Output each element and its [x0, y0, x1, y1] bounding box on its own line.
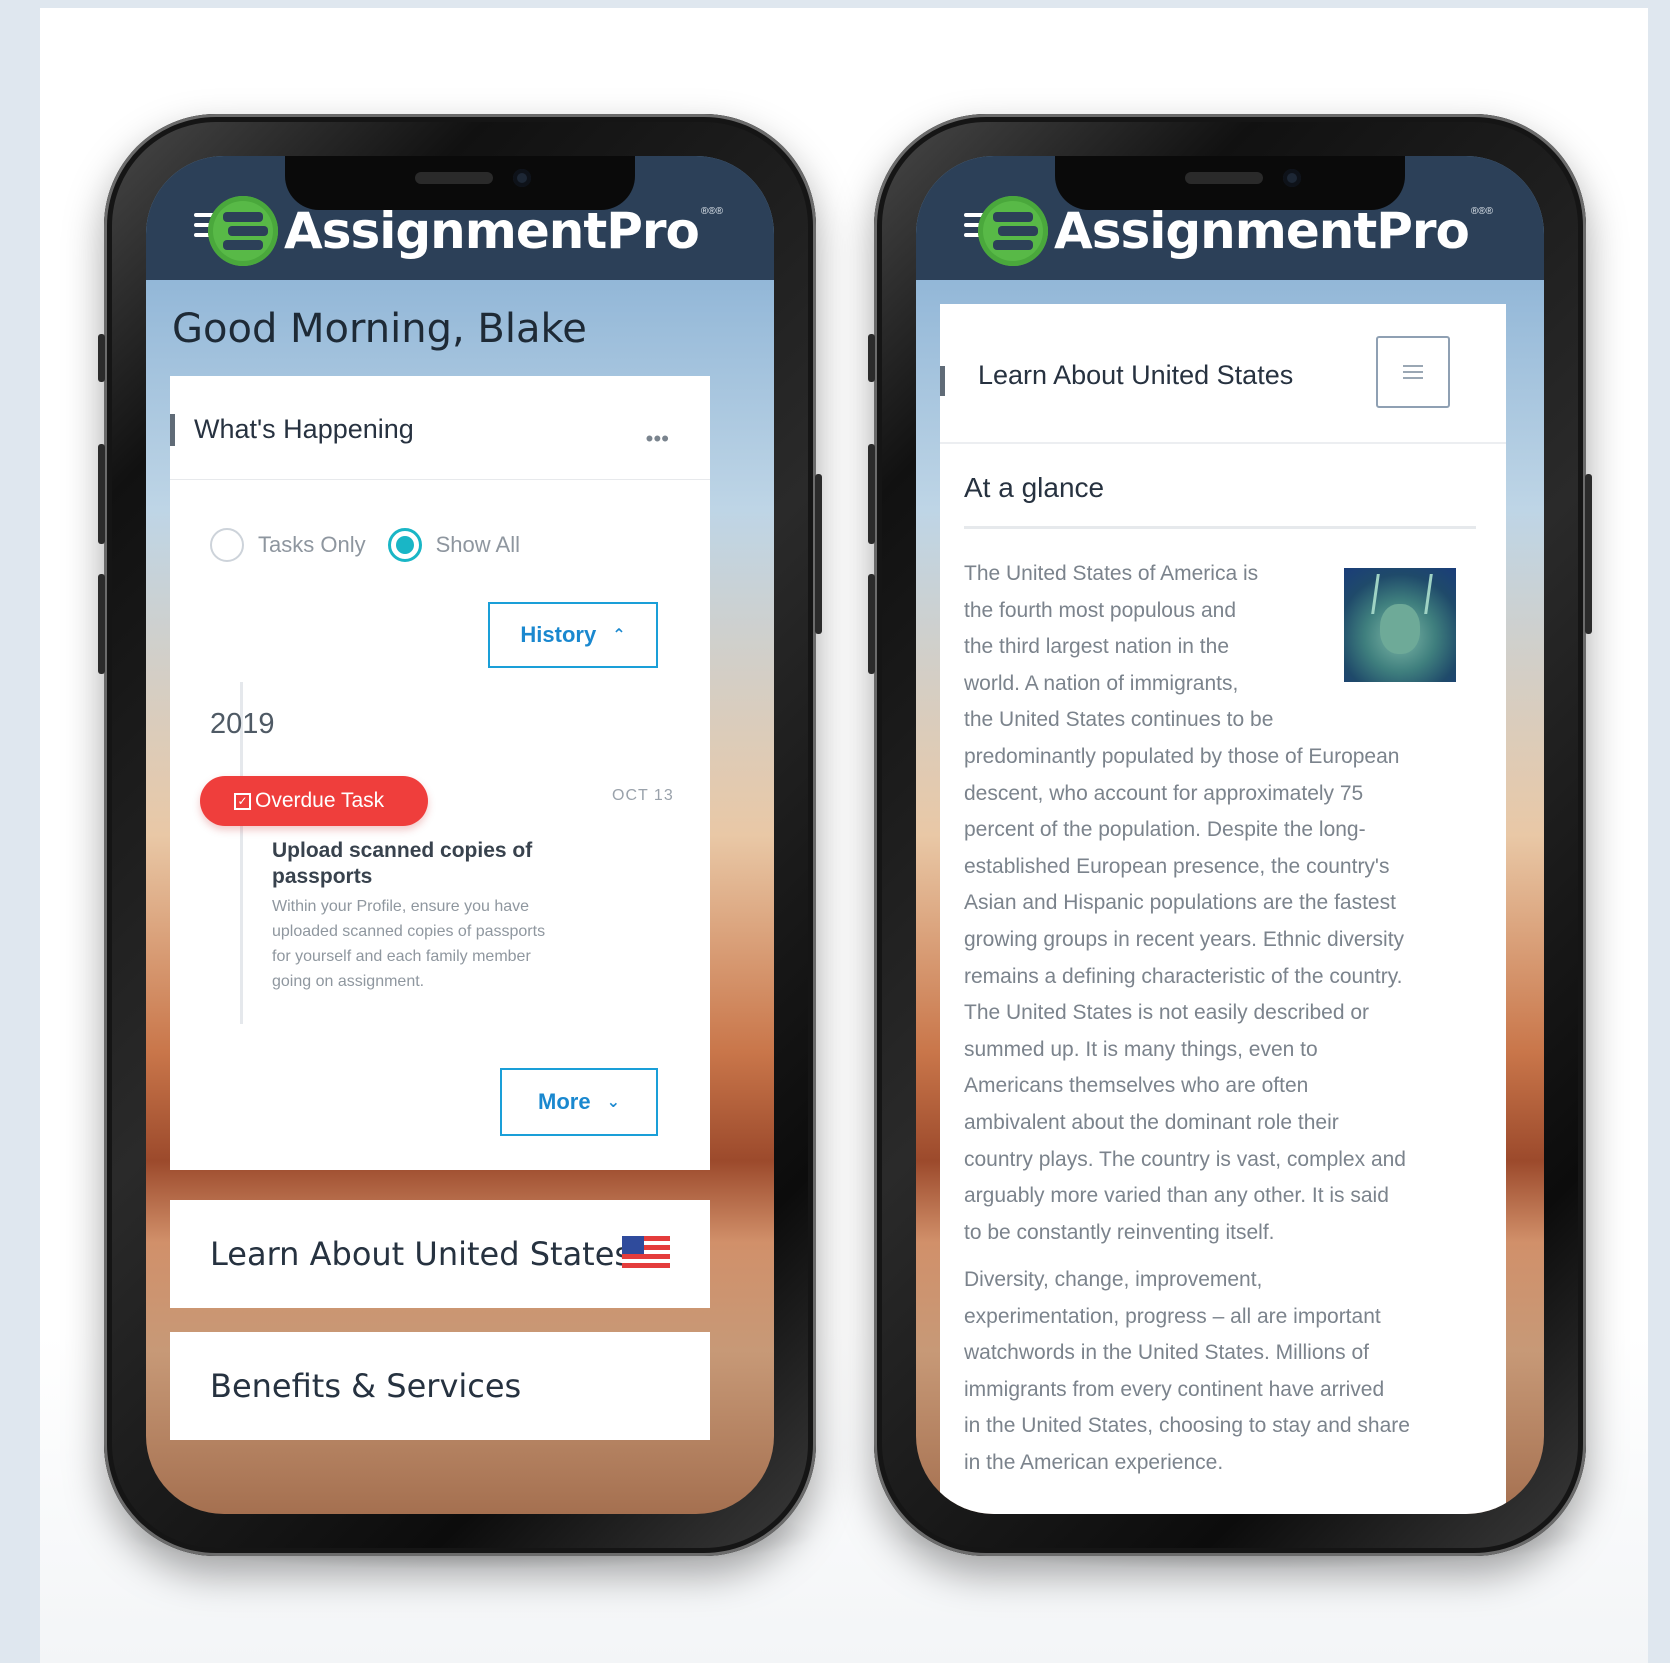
us-flag-icon — [622, 1236, 670, 1268]
learn-about-us-label: Learn About United States — [210, 1235, 632, 1273]
logo-mark-icon — [194, 196, 280, 266]
left-phone-volume-up — [98, 444, 105, 544]
benefits-services-card[interactable]: Benefits & Services — [170, 1332, 710, 1440]
radio-show-all-label[interactable]: Show All — [436, 532, 520, 558]
paragraph-line: immigrants from every continent have arr… — [964, 1377, 1385, 1401]
right-phone-screen: AssignmentPro ®®® Learn About United Sta… — [916, 156, 1544, 1514]
overview-paragraph-2: Diversity, change, improvement, experime… — [964, 1262, 1476, 1482]
more-button-label: More — [538, 1089, 591, 1114]
left-phone-power-button — [815, 474, 822, 634]
section-divider — [964, 526, 1476, 529]
ellipsis-icon[interactable]: • • • — [646, 426, 669, 452]
radio-tasks-only[interactable] — [210, 528, 244, 562]
radio-tasks-only-label[interactable]: Tasks Only — [258, 532, 366, 558]
paragraph-line: established European presence, the count… — [964, 854, 1390, 878]
paragraph-line: percent of the population. Despite the l… — [964, 818, 1366, 842]
notch — [1055, 156, 1405, 210]
overdue-task-label: Overdue Task — [255, 789, 385, 812]
info-card-header-accent — [940, 366, 945, 396]
right-phone-power-button — [1585, 474, 1592, 634]
whats-happening-card: What's Happening • • • Tasks Only Show A… — [170, 376, 710, 1170]
paragraph-line: watchwords in the United States. Million… — [964, 1341, 1370, 1365]
edit-icon: ✓ — [234, 792, 251, 810]
right-phone: AssignmentPro ®®® Learn About United Sta… — [868, 114, 1592, 1556]
paragraph-line: remains a defining characteristic of the… — [964, 964, 1403, 988]
overdue-task-badge[interactable]: ✓ Overdue Task — [200, 776, 428, 826]
task-filter: Tasks Only Show All — [210, 528, 542, 562]
right-phone-silent-switch — [868, 334, 875, 382]
learn-about-us-card[interactable]: Learn About United States — [170, 1200, 710, 1308]
brand-trademark: ®®® — [1470, 206, 1494, 217]
left-phone-screen: AssignmentPro ®®® Good Morning, Blake Wh… — [146, 156, 774, 1514]
country-info-card: Learn About United States At a glance Th… — [940, 304, 1506, 1514]
right-phone-volume-down — [868, 574, 875, 674]
paragraph-line: experimentation, progress – all are impo… — [964, 1304, 1381, 1328]
paragraph-line: world. A nation of immigrants, — [964, 671, 1239, 695]
info-card-title: Learn About United States — [978, 360, 1294, 390]
paragraph-line: predominantly populated by those of Euro… — [964, 744, 1400, 768]
paragraph-line: the third largest nation in the — [964, 635, 1230, 659]
paragraph-line: growing groups in recent years. Ethnic d… — [964, 927, 1405, 951]
left-phone-silent-switch — [98, 334, 105, 382]
card-header: What's Happening • • • — [170, 376, 710, 480]
paragraph-line: Asian and Hispanic populations are the f… — [964, 891, 1396, 915]
paragraph-line: the fourth most populous and — [964, 598, 1237, 622]
benefits-services-label: Benefits & Services — [210, 1367, 522, 1405]
hamburger-icon — [1403, 361, 1423, 383]
notch — [285, 156, 635, 210]
paragraph-line: The United States is not easily describe… — [964, 1001, 1370, 1025]
chevron-up-icon: ⌃ — [612, 627, 626, 644]
brand-name: AssignmentPro — [284, 202, 700, 260]
brand-trademark: ®®® — [700, 206, 724, 217]
paragraph-line: summed up. It is many things, even to — [964, 1037, 1318, 1061]
timeline-year: 2019 — [210, 708, 275, 740]
greeting-heading: Good Morning, Blake — [172, 306, 587, 352]
paragraph-line: ambivalent about the dominant role their — [964, 1110, 1339, 1134]
paragraph-line: The United States of America is — [964, 562, 1259, 585]
paragraph-line: the United States continues to be — [964, 708, 1274, 732]
brand-name: AssignmentPro — [1054, 202, 1470, 260]
menu-button[interactable] — [1376, 336, 1450, 408]
paragraph-line: arguably more varied than any other. It … — [964, 1184, 1389, 1208]
history-button-label: History — [520, 622, 597, 647]
logo-mark-icon — [964, 196, 1050, 266]
left-phone-volume-down — [98, 574, 105, 674]
right-phone-volume-up — [868, 444, 875, 544]
task-description: Within your Profile, ensure you have upl… — [272, 898, 546, 990]
left-phone: AssignmentPro ®®® Good Morning, Blake Wh… — [98, 114, 822, 1556]
more-button[interactable]: More ⌄ — [500, 1068, 658, 1136]
section-heading: At a glance — [964, 472, 1105, 503]
radio-show-all[interactable] — [387, 528, 422, 562]
card-header-accent — [170, 414, 175, 446]
info-card-header: Learn About United States — [940, 304, 1506, 444]
paragraph-line: to be constantly reinventing itself. — [964, 1220, 1275, 1244]
task-date: OCT 13 — [612, 787, 674, 804]
paragraph-line: in the United States, choosing to stay a… — [964, 1414, 1410, 1438]
task-title[interactable]: Upload scanned copies of passports — [272, 838, 572, 890]
chevron-down-icon: ⌄ — [606, 1094, 620, 1111]
paragraph-line: country plays. The country is vast, comp… — [964, 1147, 1406, 1171]
overview-paragraph-1: The United States of America is the four… — [964, 556, 1476, 1251]
paragraph-line: Diversity, change, improvement, — [964, 1268, 1263, 1291]
history-button[interactable]: History ⌃ — [488, 602, 658, 668]
paragraph-line: in the American experience. — [964, 1450, 1224, 1474]
paragraph-line: Americans themselves who are often — [964, 1074, 1309, 1098]
paragraph-line: descent, who account for approximately 7… — [964, 781, 1364, 805]
card-title: What's Happening — [194, 414, 414, 444]
